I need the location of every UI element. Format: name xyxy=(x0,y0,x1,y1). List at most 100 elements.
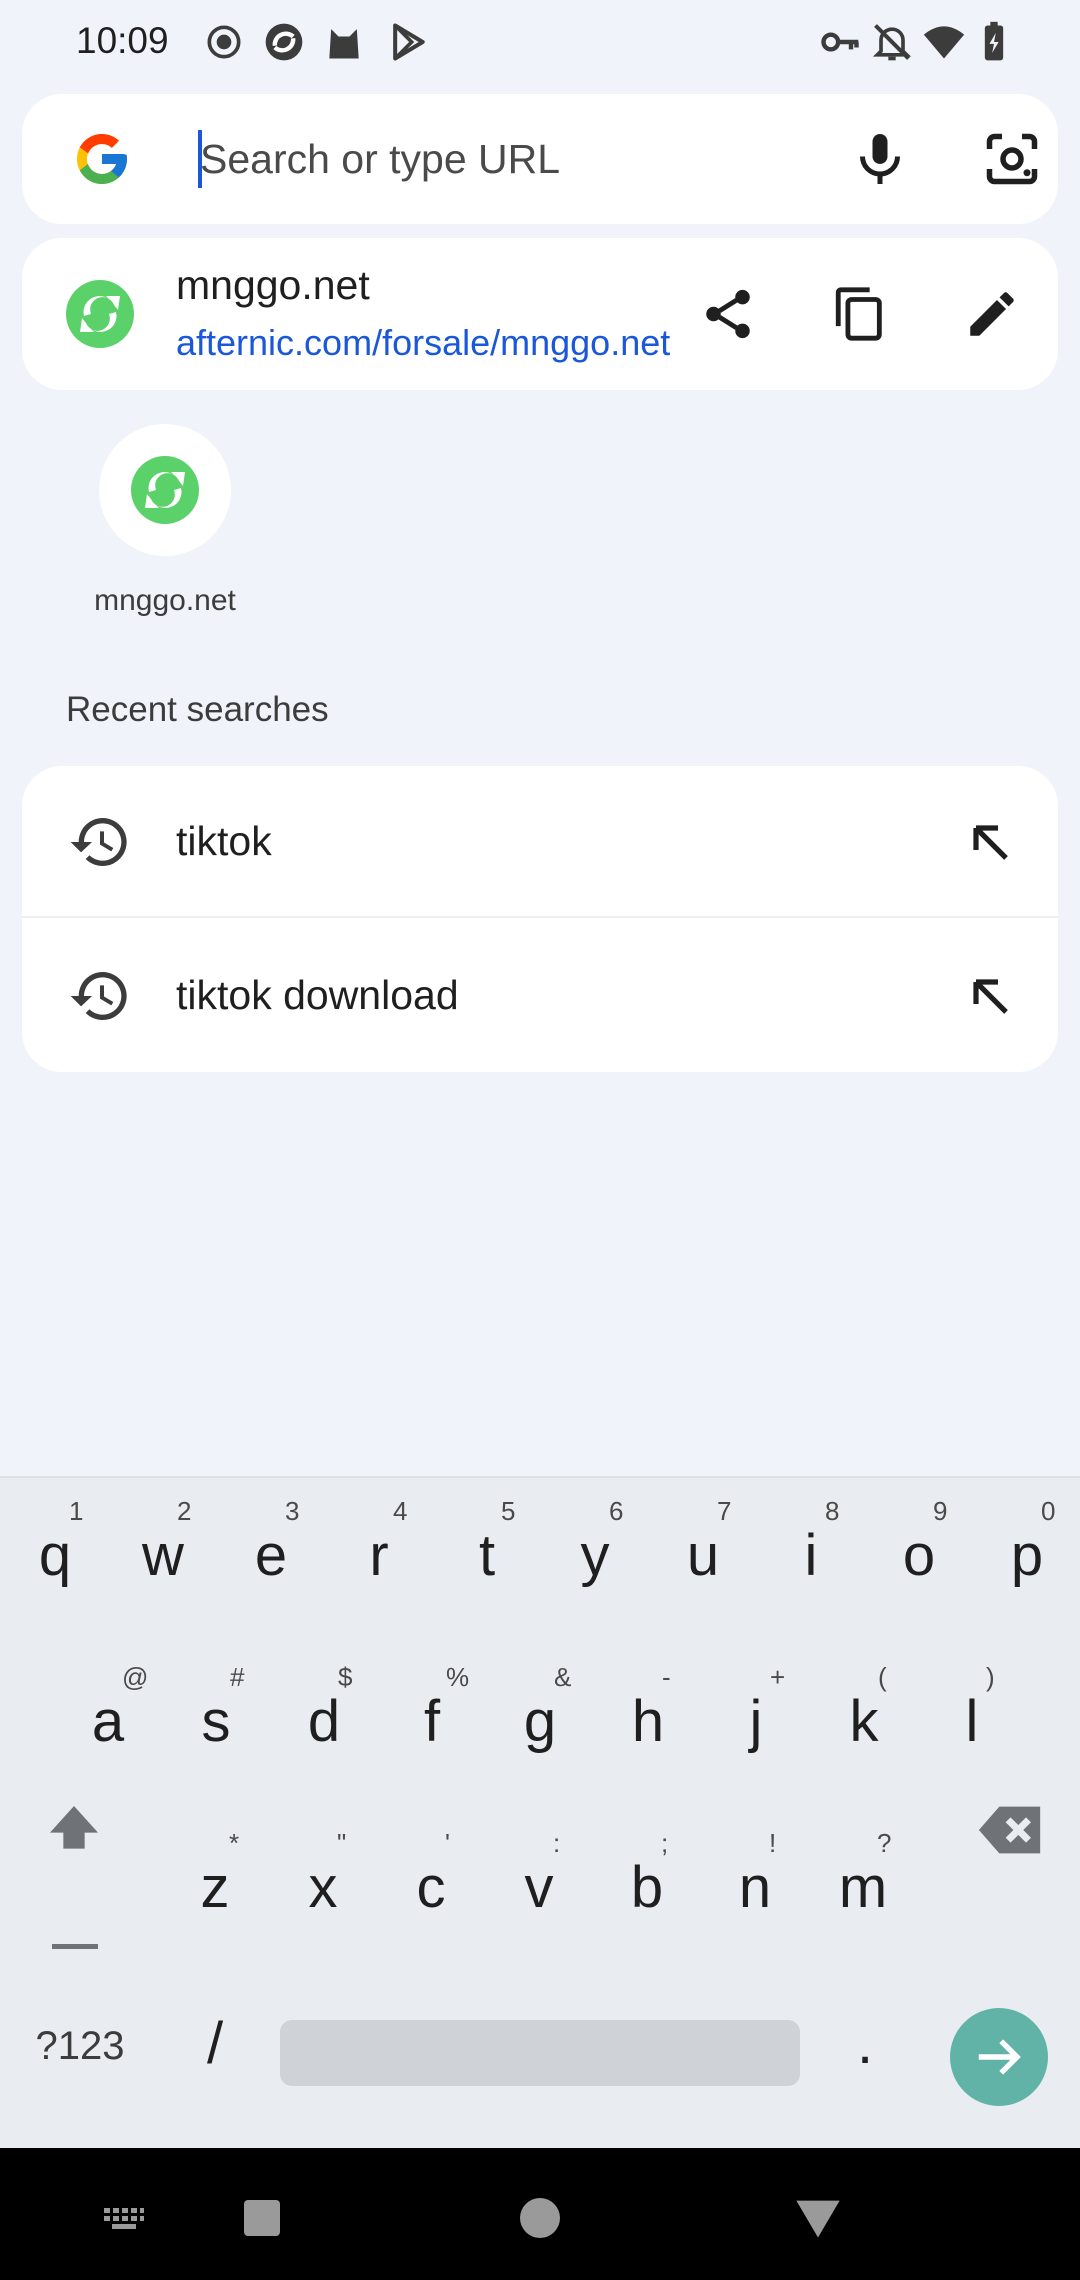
key-label: x xyxy=(308,1855,338,1920)
key-g[interactable]: g & xyxy=(496,1662,584,1772)
tile-label: mnggo.net xyxy=(94,584,236,617)
key-o[interactable]: o9 xyxy=(875,1496,963,1606)
most-visited-tile[interactable]: mnggo.net xyxy=(60,420,270,630)
lens-camera-icon xyxy=(986,133,1038,185)
page-title: mnggo.net xyxy=(176,262,370,308)
home-button[interactable] xyxy=(500,2178,580,2258)
key-b[interactable]: b; xyxy=(603,1828,691,1938)
mic-icon xyxy=(860,134,900,184)
back-button[interactable] xyxy=(778,2178,858,2258)
slash-key-label: / xyxy=(206,2011,224,2076)
key-h[interactable]: h- xyxy=(604,1662,692,1772)
lens-button[interactable] xyxy=(972,119,1052,199)
keyboard-switch-button[interactable] xyxy=(84,2178,164,2258)
tile-favicon xyxy=(99,424,231,556)
key-hint: ; xyxy=(661,1828,669,1858)
shift-icon xyxy=(50,1806,98,1849)
key-z[interactable]: z * xyxy=(171,1828,259,1938)
recent-search-text: tiktok xyxy=(176,818,272,864)
arrow-up-left-icon xyxy=(973,979,1008,1014)
key-a[interactable]: a @ xyxy=(64,1662,152,1772)
status-bar: 10:09 xyxy=(0,0,1080,88)
key-e[interactable]: e3 xyxy=(227,1496,315,1606)
key-v[interactable]: v: xyxy=(495,1828,583,1938)
home-icon xyxy=(520,2198,560,2238)
key-m[interactable]: m? xyxy=(819,1828,907,1938)
current-page-suggestion[interactable]: mnggo.net afternic.com/forsale/mnggo.net xyxy=(22,238,1058,390)
key-hint: : xyxy=(553,1828,561,1858)
key-w[interactable]: w2 xyxy=(119,1496,207,1606)
wifi-icon xyxy=(922,20,966,64)
backspace-key[interactable] xyxy=(956,1778,1066,1882)
key-label: o xyxy=(902,1523,936,1588)
play-store-icon xyxy=(386,20,430,64)
vpn-key-icon xyxy=(818,20,862,64)
history-icon xyxy=(70,818,127,866)
recent-search-item[interactable]: tiktok xyxy=(22,766,1058,918)
key-label: q xyxy=(38,1523,72,1588)
page-url: afternic.com/forsale/mnggo.net xyxy=(176,322,671,363)
mic-button[interactable] xyxy=(840,119,920,199)
backspace-icon xyxy=(978,1806,1041,1854)
shift-key[interactable] xyxy=(22,1778,126,1882)
key-label: w xyxy=(142,1523,184,1588)
key-label: l xyxy=(965,1689,979,1754)
fill-query-button[interactable] xyxy=(950,802,1030,882)
key-q[interactable]: q1 xyxy=(11,1496,99,1606)
key-hint: - xyxy=(662,1662,671,1692)
notifications-off-icon xyxy=(870,20,914,64)
key-label: t xyxy=(478,1523,496,1588)
key-hint: 3 xyxy=(285,1496,300,1526)
spacebar[interactable] xyxy=(280,2020,800,2086)
key-hint: 5 xyxy=(501,1496,516,1526)
edit-icon xyxy=(970,292,1014,336)
key-hint: ) xyxy=(986,1662,995,1692)
back-icon xyxy=(796,2200,840,2238)
recents-button[interactable] xyxy=(222,2178,302,2258)
key-n[interactable]: n! xyxy=(711,1828,799,1938)
key-l[interactable]: l) xyxy=(928,1662,1016,1772)
arrow-up-left-icon xyxy=(973,825,1008,860)
edit-url-button[interactable] xyxy=(952,274,1032,354)
key-k[interactable]: k( xyxy=(820,1662,908,1772)
key-hint: 2 xyxy=(177,1496,192,1526)
copy-link-button[interactable] xyxy=(820,274,900,354)
recents-icon xyxy=(244,2200,280,2236)
key-i[interactable]: i8 xyxy=(767,1496,855,1606)
key-c[interactable]: c ' xyxy=(387,1828,475,1938)
key-y[interactable]: y6 xyxy=(551,1496,639,1606)
key-hint: ? xyxy=(877,1828,892,1858)
key-label: b xyxy=(630,1855,664,1920)
key-label: n xyxy=(738,1855,772,1920)
key-r[interactable]: r4 xyxy=(335,1496,423,1606)
period-key[interactable]: . xyxy=(830,2010,900,2090)
symbols-key-label: ?123 xyxy=(35,2024,125,2068)
recent-searches-list: tiktok tiktok download xyxy=(22,766,1058,1072)
soft-keyboard: ?123 / . q 1 w 2 e 3 r 4 t 5 y 6 u 7 i 8 o 9 p 0 a @ s # d $ f% g & h… xyxy=(0,1476,1080,2148)
recent-search-item[interactable]: tiktok download xyxy=(22,920,1058,1072)
omnibox[interactable] xyxy=(22,94,1058,224)
key-hint: 6 xyxy=(609,1496,624,1526)
keyboard-switch-icon xyxy=(104,2208,144,2229)
key-p[interactable]: p0 xyxy=(983,1496,1071,1606)
key-s[interactable]: s # xyxy=(172,1662,260,1772)
key-d[interactable]: d $ xyxy=(280,1662,368,1772)
copy-icon xyxy=(835,287,882,341)
key-f[interactable]: f% xyxy=(388,1662,476,1772)
key-x[interactable]: x " xyxy=(279,1828,367,1938)
slash-key[interactable]: / xyxy=(180,2010,250,2090)
cat-app-icon xyxy=(322,20,366,64)
go-key[interactable] xyxy=(950,2008,1048,2106)
fill-query-button[interactable] xyxy=(950,956,1030,1036)
key-label: e xyxy=(254,1523,288,1588)
key-hint: 8 xyxy=(825,1496,840,1526)
key-u[interactable]: u7 xyxy=(659,1496,747,1606)
shift-indicator xyxy=(52,1944,98,1949)
symbols-key[interactable]: ?123 xyxy=(20,2024,140,2084)
search-input[interactable] xyxy=(174,122,814,196)
key-j[interactable]: j + xyxy=(712,1662,800,1772)
share-button[interactable] xyxy=(688,274,768,354)
key-t[interactable]: t5 xyxy=(443,1496,531,1606)
key-hint: * xyxy=(229,1828,240,1858)
key-label: u xyxy=(686,1523,720,1588)
